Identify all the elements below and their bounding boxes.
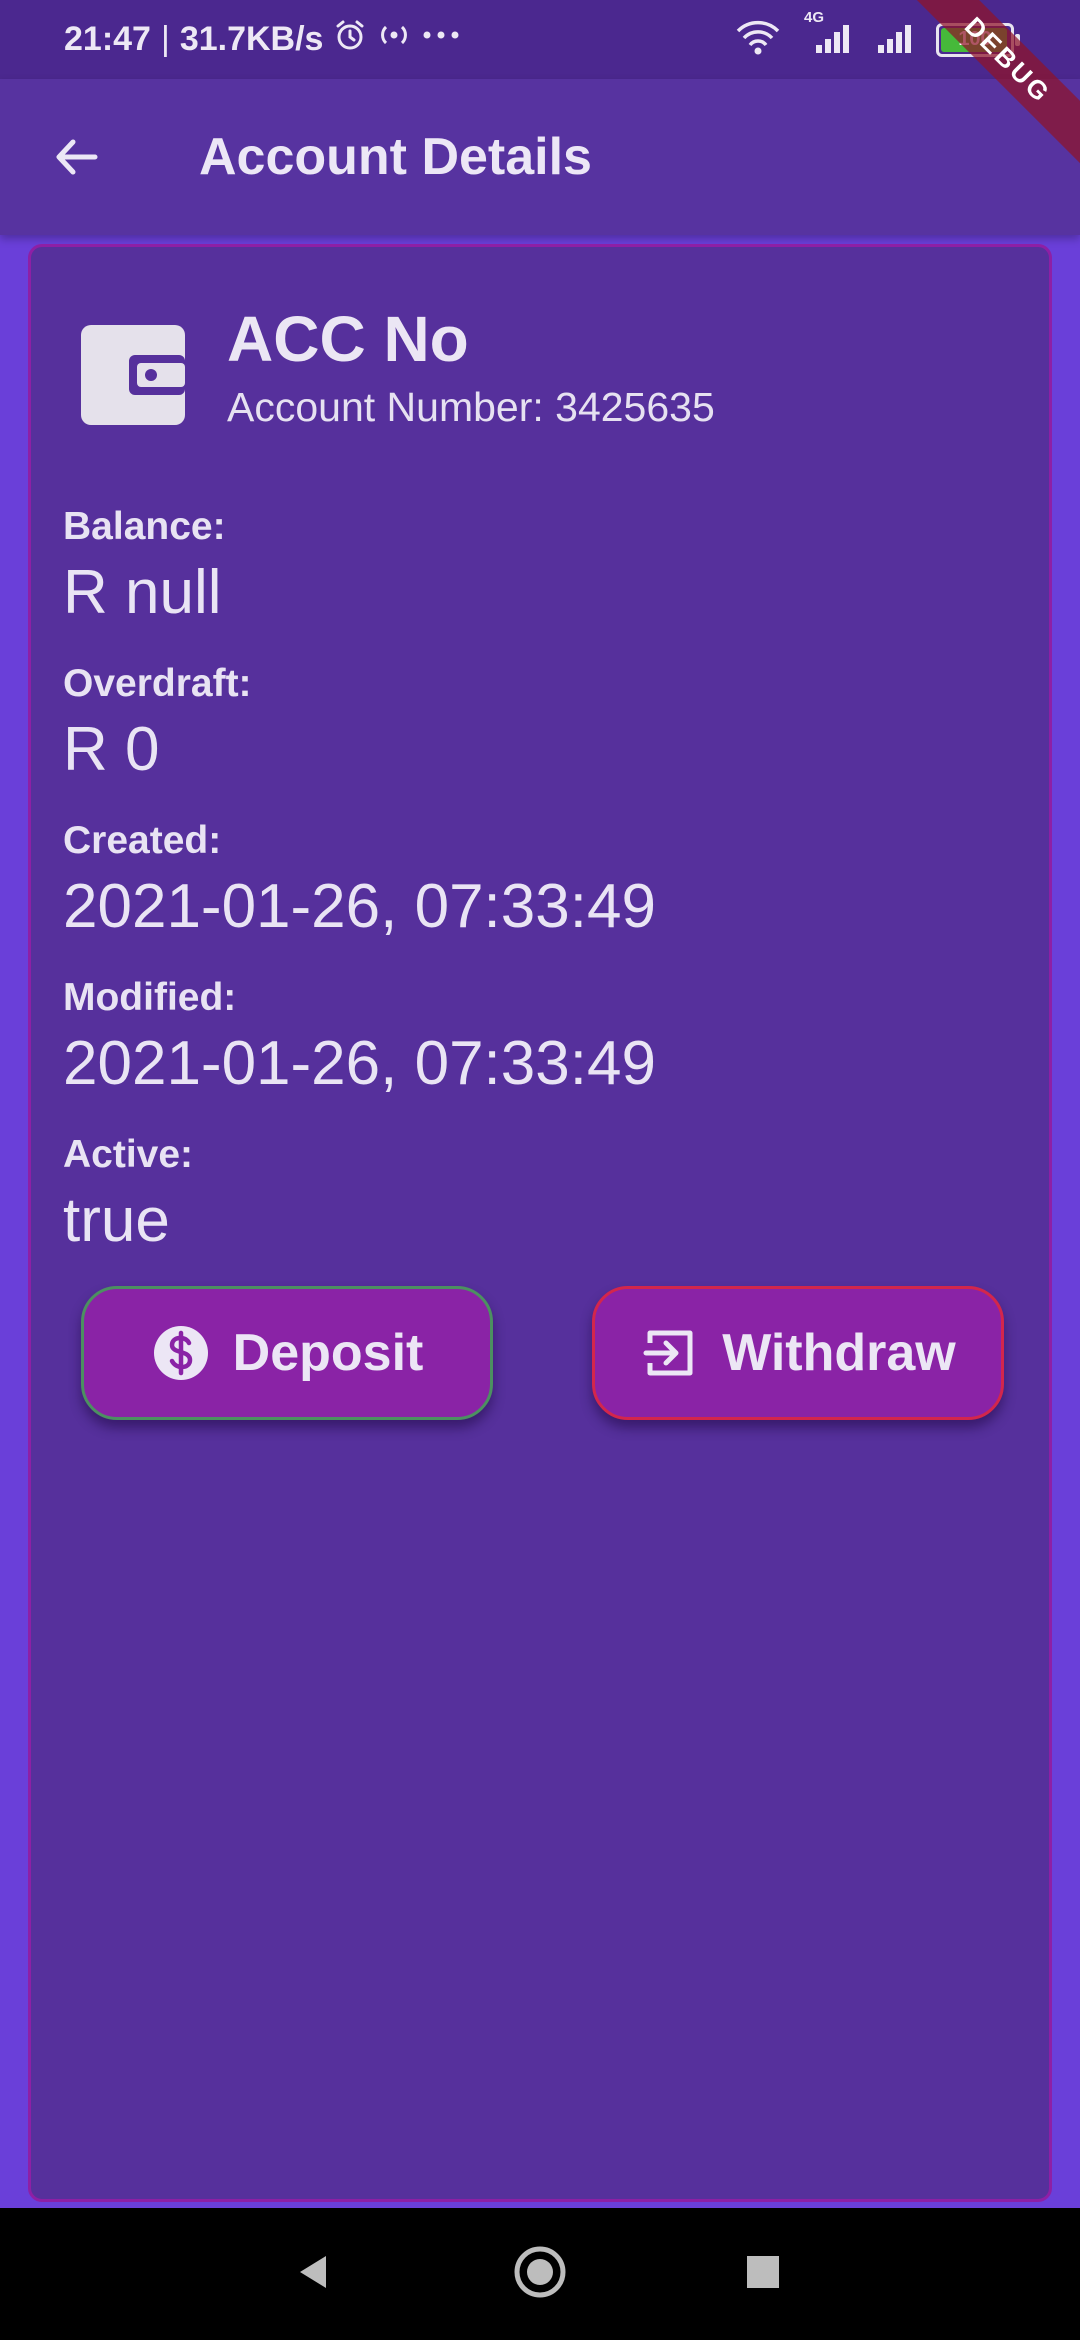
back-button[interactable] [36,119,116,199]
balance-field: Balance: R null [63,507,226,624]
app-bar: Account Details [0,79,1080,235]
status-right: 4G 100 [734,0,1020,79]
signal-icon: 4G [800,9,856,62]
active-field: Active: true [63,1135,193,1252]
active-value: true [63,1186,170,1255]
exit-box-icon [640,1323,700,1383]
account-number: Account Number: 3425635 [227,384,715,430]
balance-value: R null [63,558,222,627]
status-bar: 21:47 | 31.7KB/s 4G 100 [0,0,1080,79]
nav-home-button[interactable] [500,2234,580,2314]
nav-back-triangle-icon [294,2252,334,2297]
modified-value: 2021-01-26, 07:33:49 [63,1029,656,1098]
battery-icon: 100 [936,22,1020,57]
battery-level: 100 [958,28,992,50]
nav-recents-square-icon [743,2252,783,2297]
arrow-back-icon [51,132,101,187]
created-field: Created: 2021-01-26, 07:33:49 [63,821,656,938]
deposit-button[interactable]: Deposit [81,1286,493,1420]
overdraft-label: Overdraft: [63,662,252,705]
withdraw-button[interactable]: Withdraw [592,1286,1004,1420]
nav-back-button[interactable] [274,2234,354,2314]
modified-label: Modified: [63,976,237,1019]
account-card: ACC No Account Number: 3425635 Balance: … [28,244,1052,2202]
created-value: 2021-01-26, 07:33:49 [63,872,656,941]
overdraft-field: Overdraft: R 0 [63,664,252,781]
network-type-label: 4G [804,9,825,26]
status-net-speed: 31.7KB/s [179,20,324,58]
nav-home-circle-icon [512,2244,568,2305]
system-nav-bar [0,2208,1080,2340]
modified-field: Modified: 2021-01-26, 07:33:49 [63,978,656,1095]
wifi-icon [734,17,782,62]
battery-tip [1015,33,1020,46]
dollar-circle-icon [151,1323,211,1383]
active-label: Active: [63,1133,194,1176]
account-title: ACC No [227,303,469,375]
page-title: Account Details [199,128,592,186]
nav-recents-button[interactable] [723,2234,803,2314]
alarm-icon [333,18,367,61]
balance-label: Balance: [63,505,226,548]
deposit-label: Deposit [232,1324,424,1382]
more-dots-icon [421,18,461,61]
created-label: Created: [63,819,222,862]
withdraw-label: Withdraw [722,1324,956,1382]
wallet-icon [77,319,189,431]
status-time: 21:47 [64,20,151,58]
status-left: 21:47 | 31.7KB/s [64,0,461,79]
signal-icon [874,17,918,62]
status-separator: | [160,20,170,58]
hotspot-icon [377,18,411,61]
overdraft-value: R 0 [63,715,160,784]
